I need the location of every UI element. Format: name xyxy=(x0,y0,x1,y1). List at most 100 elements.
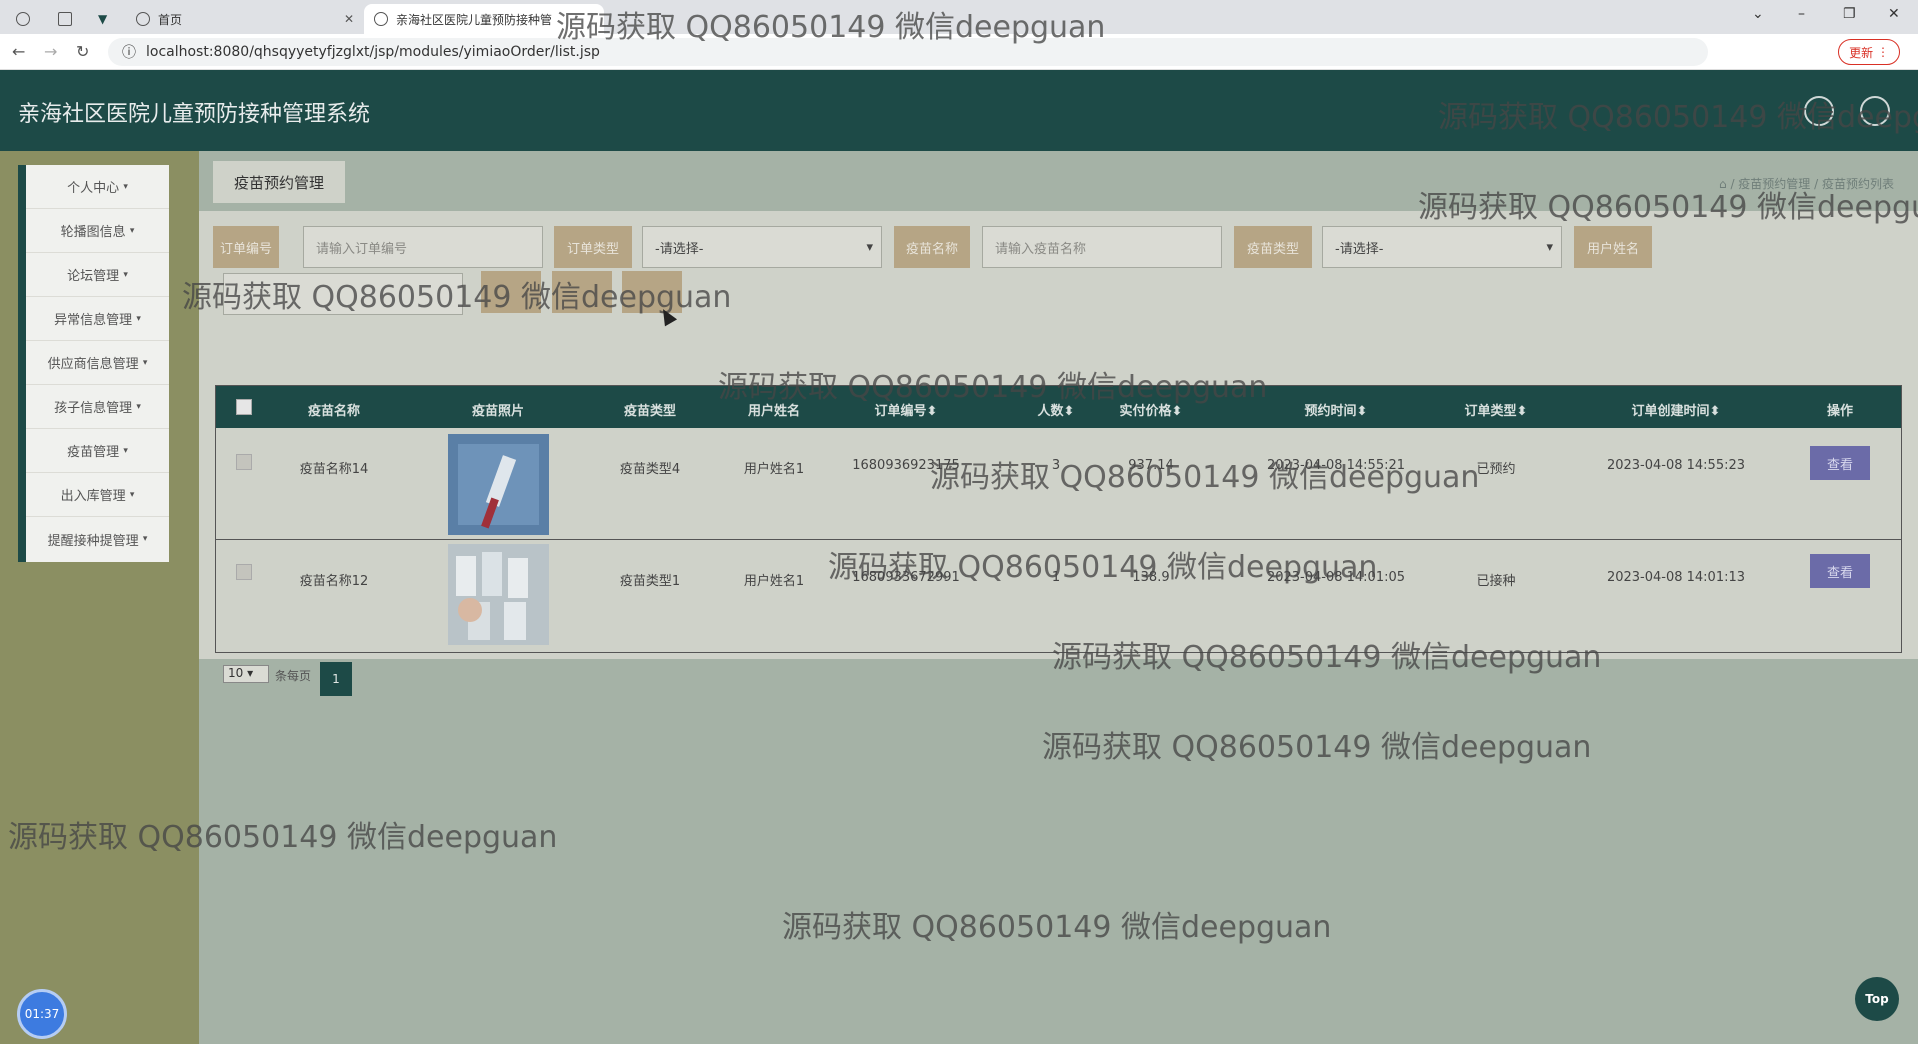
add-button[interactable] xyxy=(552,271,612,313)
page-size-select[interactable]: 10 ▾ xyxy=(223,665,269,683)
close-window-icon[interactable]: ✕ xyxy=(1888,6,1900,22)
user-icon[interactable] xyxy=(1860,96,1890,126)
browser-tab[interactable] xyxy=(58,4,80,34)
forward-icon[interactable]: → xyxy=(44,42,57,61)
sidebar-item-forum[interactable]: 论坛管理 ▾ xyxy=(26,253,169,297)
update-button[interactable]: 更新 ⋮ xyxy=(1838,39,1900,65)
chevron-down-icon: ▾ xyxy=(129,489,135,500)
browser-tab-active[interactable]: 亲海社区医院儿童预防接种管 xyxy=(364,4,604,34)
browser-tab[interactable]: ▼ xyxy=(98,4,115,34)
col-action: 操作 xyxy=(1826,404,1853,419)
cell-order-type: 已接种 xyxy=(1476,574,1516,589)
table-row: 疫苗名称12 疫苗类型1 用户姓名1 1680933672991 1 138.9… xyxy=(216,540,1901,652)
page-number-button[interactable]: 1 xyxy=(320,662,352,696)
order-type-select[interactable]: -请选择- xyxy=(642,226,882,268)
col-price[interactable]: 实付价格⬍ xyxy=(1096,400,1206,419)
home-icon[interactable]: ⌂ xyxy=(1719,177,1727,191)
app-title: 亲海社区医院儿童预防接种管理系统 xyxy=(18,102,371,127)
col-order-no[interactable]: 订单编号⬍ xyxy=(836,400,976,419)
globe-icon xyxy=(374,12,388,26)
table-row: 疫苗名称14 疫苗类型4 用户姓名1 1680936923175 3 937.1… xyxy=(216,428,1901,540)
sidebar-item-label: 孩子信息管理 xyxy=(54,401,133,416)
minimize-icon[interactable]: – xyxy=(1798,6,1805,22)
reload-icon[interactable]: ↻ xyxy=(76,42,89,61)
cell-user-name: 用户姓名1 xyxy=(743,574,805,589)
user-name-input[interactable] xyxy=(223,273,463,315)
sidebar-item-vaccine[interactable]: 疫苗管理 ▾ xyxy=(26,429,169,473)
col-created-time-label: 订单创建时间 xyxy=(1631,404,1710,419)
col-count-label: 人数 xyxy=(1037,404,1064,419)
row-checkbox[interactable] xyxy=(236,564,252,580)
cell-appt-time: 2023-04-08 14:01:05 xyxy=(1266,570,1406,585)
close-icon[interactable]: ✕ xyxy=(344,12,354,26)
cell-created-time: 2023-04-08 14:01:13 xyxy=(1606,570,1746,585)
per-page-label: 条每页 xyxy=(275,669,312,683)
cell-price: 138.9 xyxy=(1132,570,1170,585)
user-name-label: 用户姓名 xyxy=(1574,226,1652,268)
sidebar-item-banner[interactable]: 轮播图信息 ▾ xyxy=(26,209,169,253)
recording-timer: 01:37 xyxy=(17,989,67,1039)
globe-icon xyxy=(16,12,30,26)
sidebar-item-reminder[interactable]: 提醒接种提管理 ▾ xyxy=(26,517,169,561)
search-button[interactable] xyxy=(481,271,541,313)
breadcrumb: ⌂ / 疫苗预约管理 / 疫苗预约列表 xyxy=(1719,177,1894,191)
cell-count: 3 xyxy=(1051,458,1061,473)
cell-count: 1 xyxy=(1051,570,1061,585)
chevron-down-icon: ▾ xyxy=(123,181,128,192)
row-checkbox[interactable] xyxy=(236,454,252,470)
order-no-label: 订单编号 xyxy=(213,226,279,268)
sidebar-item-stock[interactable]: 出入库管理 ▾ xyxy=(26,473,169,517)
vaccine-photo xyxy=(448,544,549,645)
browser-tab[interactable] xyxy=(16,4,38,34)
col-order-type[interactable]: 订单类型⬍ xyxy=(1436,400,1556,419)
view-button[interactable]: 查看 xyxy=(1810,554,1870,588)
vaccine-name-input[interactable]: 请输入疫苗名称 xyxy=(982,226,1222,268)
info-icon: ⓘ xyxy=(122,45,136,61)
cell-vaccine-type: 疫苗类型1 xyxy=(619,574,681,589)
tab-label: 首页 xyxy=(158,12,183,27)
cell-order-no: 1680933672991 xyxy=(852,570,960,585)
delete-button[interactable] xyxy=(622,271,682,313)
chevron-down-icon: ▾ xyxy=(123,445,128,456)
sidebar-item-label: 提醒接种提管理 xyxy=(47,533,139,549)
chevron-down-icon[interactable]: ⌄ xyxy=(1752,6,1764,22)
sort-icon: ⬍ xyxy=(926,404,938,419)
theme-icon[interactable] xyxy=(1804,96,1834,126)
update-label: 更新 xyxy=(1849,45,1874,60)
col-count[interactable]: 人数⬍ xyxy=(1026,400,1086,419)
col-vaccine-name: 疫苗名称 xyxy=(307,404,360,419)
restore-icon[interactable]: ❐ xyxy=(1843,6,1856,22)
view-button[interactable]: 查看 xyxy=(1810,446,1870,480)
col-appt-time-label: 预约时间 xyxy=(1304,404,1357,419)
col-appt-time[interactable]: 预约时间⬍ xyxy=(1266,400,1406,419)
chevron-down-icon: ▾ xyxy=(142,534,148,544)
url-text: localhost:8080/qhsqyyetyfjzglxt/jsp/modu… xyxy=(146,44,600,60)
cell-order-no: 1680936923175 xyxy=(852,458,960,473)
chevron-down-icon: ▾ xyxy=(142,357,148,368)
col-order-type-label: 订单类型 xyxy=(1464,404,1517,419)
select-all-checkbox[interactable] xyxy=(236,399,252,415)
cell-price: 937.14 xyxy=(1128,458,1174,473)
col-vaccine-photo: 疫苗照片 xyxy=(471,404,524,419)
col-vaccine-type: 疫苗类型 xyxy=(623,404,676,419)
sidebar-item-personal[interactable]: 个人中心 ▾ xyxy=(26,165,169,209)
back-icon[interactable]: ← xyxy=(12,42,25,61)
sidebar-item-label: 论坛管理 xyxy=(67,269,120,284)
sidebar-item-child[interactable]: 孩子信息管理 ▾ xyxy=(26,385,169,429)
order-no-input[interactable]: 请输入订单编号 xyxy=(303,226,543,268)
vue-icon: ▼ xyxy=(98,12,108,26)
sidebar-item-exception[interactable]: 异常信息管理 ▾ xyxy=(26,297,169,341)
url-input[interactable]: ⓘ localhost:8080/qhsqyyetyfjzglxt/jsp/mod… xyxy=(108,38,1708,66)
page-size-value: 10 xyxy=(228,666,244,680)
back-to-top-button[interactable]: Top xyxy=(1855,977,1899,1021)
sidebar-item-label: 出入库管理 xyxy=(60,489,126,504)
browser-tab-home[interactable]: 首页 ✕ xyxy=(136,4,360,34)
breadcrumb-item[interactable]: 疫苗预约管理 xyxy=(1738,177,1810,191)
cell-appt-time: 2023-04-08 14:55:21 xyxy=(1266,458,1406,473)
vaccine-type-select[interactable]: -请选择- xyxy=(1322,226,1562,268)
col-created-time[interactable]: 订单创建时间⬍ xyxy=(1596,400,1756,419)
sidebar-item-supplier[interactable]: 供应商信息管理 ▾ xyxy=(26,341,169,385)
list-panel: 订单编号 请输入订单编号 订单类型 -请选择- 疫苗名称 请输入疫苗名称 疫苗类… xyxy=(199,211,1918,696)
sort-icon: ⬍ xyxy=(1356,404,1368,419)
cell-vaccine-type: 疫苗类型4 xyxy=(619,462,681,477)
